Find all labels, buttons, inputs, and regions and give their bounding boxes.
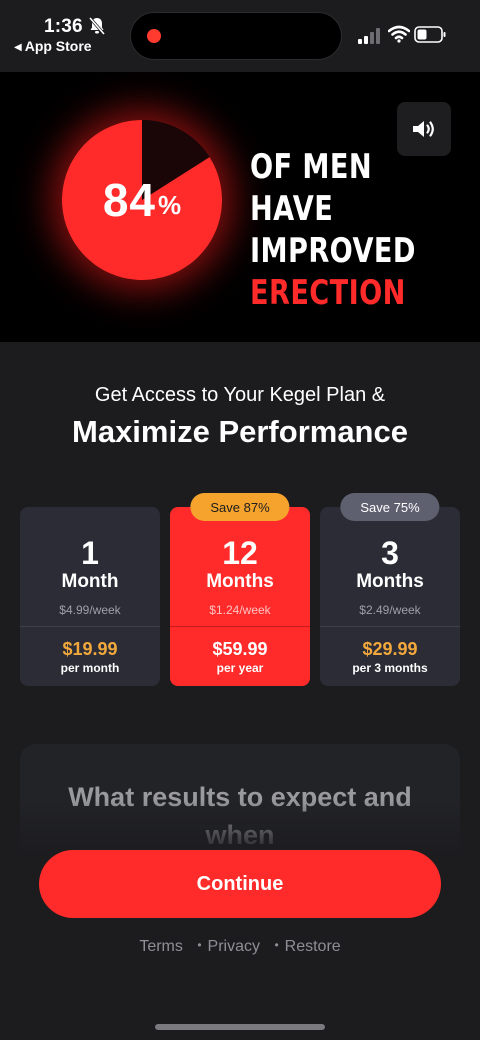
headline-line-1: OF MEN HAVE [250,147,372,229]
plan-save-badge: Save 75% [340,493,440,521]
pie-percent-number: 84 [102,174,157,226]
banner-headline: OF MEN HAVE IMPROVED ERECTION [250,146,426,314]
plan-duration-number: 12 [222,535,258,571]
privacy-link[interactable]: Privacy [208,938,260,956]
plan-duration-number: 3 [381,535,399,571]
plan-save-badge: Save 87% [190,493,290,521]
paywall-screen: 1:36 ◀ App Store 84 % OF MEN HAVE IMPROV… [0,0,480,1040]
plan-duration-unit: Month [61,571,119,592]
plan-duration-unit: Months [206,571,274,592]
plan-weekly-price: $2.49/week [359,603,421,617]
plan-card-12-months[interactable]: Save 87% 12 Months $1.24/week $59.99 per… [170,493,310,686]
pie-label: 84% [52,110,232,290]
plan-billing-period: per month [60,661,120,675]
home-indicator [155,1024,325,1030]
percentage-pie-chart: 84% [52,110,232,290]
footer-links: Terms • Privacy • Restore [0,938,480,956]
plan-divider [170,626,310,627]
plan-weekly-price: $1.24/week [209,603,271,617]
plan-duration-unit: Months [356,571,424,592]
plan-card-1-month[interactable]: 1 Month $4.99/week $19.99 per month [20,507,160,686]
plan-title: Maximize Performance [72,414,408,449]
separator: • [197,938,202,952]
headline-line-2: IMPROVED [250,231,416,271]
plan-subtitle: Get Access to Your Kegel Plan & [94,384,386,406]
bell-slash-icon [88,17,106,35]
continue-button[interactable]: Continue [39,850,441,918]
back-arrow-icon: ◀ [14,42,22,53]
plan-divider [20,626,160,627]
restore-link[interactable]: Restore [285,938,341,956]
status-time: 1:36 [44,16,83,37]
status-bar: 1:36 ◀ App Store [0,0,480,72]
battery-icon [414,26,446,43]
dynamic-island [130,12,342,60]
plan-price: $29.99 [362,639,418,659]
plan-weekly-price: $4.99/week [59,603,121,617]
plan-price: $59.99 [212,639,268,659]
plan-divider [320,626,460,627]
wifi-icon [388,25,410,43]
plan-billing-period: per 3 months [352,661,428,675]
back-to-app-store[interactable]: ◀ App Store [14,38,92,54]
plan-price: $19.99 [62,639,118,659]
cellular-signal-icon [358,28,380,44]
recording-indicator-icon [147,29,161,43]
hero-banner: 84% OF MEN HAVE IMPROVED ERECTION [0,72,480,342]
sound-toggle-button[interactable] [397,102,451,156]
plan-billing-period: per year [216,661,264,675]
back-app-label: App Store [24,38,92,54]
separator: • [274,938,279,952]
speaker-icon [413,121,434,137]
plan-duration-number: 1 [81,535,99,571]
terms-link[interactable]: Terms [139,938,183,956]
headline-line-3: ERECTION [250,273,406,313]
pie-percent-sign: % [158,189,182,220]
plan-card-3-months[interactable]: Save 75% 3 Months $2.49/week $29.99 per … [320,493,460,686]
